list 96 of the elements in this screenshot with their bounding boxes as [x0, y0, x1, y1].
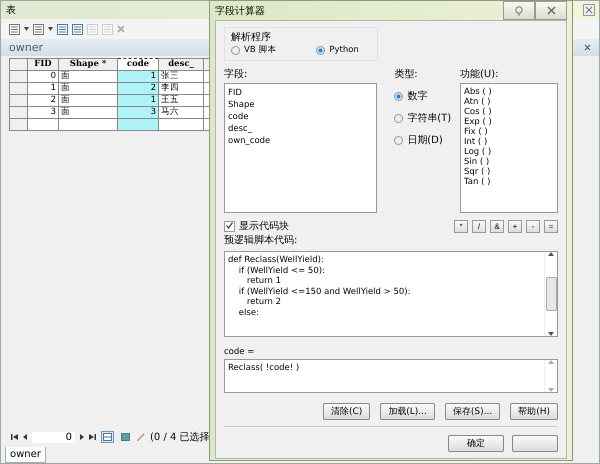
radio-label[interactable]: VB 脚本: [244, 44, 276, 56]
table-cell: 面: [58, 82, 118, 94]
dialog-button[interactable]: 加载(L)...: [380, 403, 435, 420]
operator-button[interactable]: &: [490, 220, 504, 232]
radio-label[interactable]: 日期(D): [407, 133, 443, 147]
function-item[interactable]: Exp ( ): [464, 117, 554, 127]
fields-label: 字段:: [224, 68, 248, 81]
caret-icon[interactable]: [48, 27, 53, 31]
column-header[interactable]: desc_: [158, 58, 204, 70]
table-cell: 面: [58, 70, 118, 82]
operator-button[interactable]: +: [508, 220, 522, 232]
operator-button[interactable]: =: [544, 220, 558, 232]
caret-icon[interactable]: [24, 27, 29, 31]
close-icon[interactable]: [583, 4, 595, 16]
code-line: else:: [238, 308, 260, 318]
table-cell: 面: [58, 106, 118, 118]
table-cell: 李四: [158, 82, 204, 94]
first-record-icon[interactable]: [11, 434, 18, 440]
group-title: 解析程序: [231, 30, 272, 44]
next-record-icon[interactable]: [80, 434, 84, 440]
radio-button[interactable]: [231, 46, 240, 54]
help-button[interactable]: [503, 1, 535, 20]
dialog-button[interactable]: 帮助(H): [510, 403, 558, 420]
radio-label[interactable]: Python: [329, 45, 359, 55]
last-record-icon[interactable]: [89, 434, 96, 440]
operator-button[interactable]: -: [526, 220, 540, 232]
function-item[interactable]: Atn ( ): [464, 97, 554, 107]
scroll-up-icon[interactable]: [548, 252, 554, 256]
code-line: def Reclass(WellYield):: [228, 255, 325, 266]
expression-label: code =: [224, 347, 256, 357]
checkbox[interactable]: [224, 220, 235, 232]
dialog-button[interactable]: 清除(C): [322, 403, 370, 420]
selection-status: (0 / 4 已选择: [150, 430, 210, 444]
code-line: return 2: [246, 297, 282, 308]
operator-button[interactable]: /: [472, 220, 486, 232]
expression-text: Reclass( !code! ): [228, 363, 300, 374]
function-item[interactable]: Sqr ( ): [464, 167, 554, 177]
table-cell: 2: [28, 94, 58, 106]
field-item[interactable]: desc_: [228, 123, 373, 135]
table-cell: 3: [28, 106, 58, 118]
radio-button[interactable]: [316, 46, 326, 54]
function-item[interactable]: Log ( ): [464, 147, 554, 157]
checkbox-label[interactable]: 显示代码块: [239, 219, 289, 233]
code-line: if (WellYield <= 50):: [238, 266, 326, 276]
codeblock-label: 预逻辑脚本代码:: [224, 234, 298, 247]
field-item[interactable]: code: [228, 111, 373, 123]
window-title: 表: [6, 4, 16, 17]
table-cell: 张三: [158, 70, 204, 82]
layer-tab[interactable]: owner: [5, 447, 46, 463]
codeblock-field[interactable]: def Reclass(WellYield): if (WellYield <= 50): return 1 if (WellYield <=150 and WellYield > 50): return 2 else:: [224, 251, 558, 337]
code-line: if (WellYield <=150 and WellYield > 50):: [238, 286, 412, 297]
radio-label[interactable]: 字符串(T): [407, 111, 452, 125]
scroll-down-icon[interactable]: [548, 332, 554, 336]
field-item[interactable]: own_code: [228, 135, 373, 147]
table-icon[interactable]: [72, 24, 83, 34]
close-button[interactable]: [535, 1, 567, 20]
table-icon[interactable]: [57, 24, 68, 34]
ok-button[interactable]: 确定: [448, 435, 504, 452]
radio-button[interactable]: [394, 136, 404, 144]
table-cell: 1: [28, 82, 58, 94]
column-header[interactable]: Shape *: [58, 58, 118, 70]
scrollbar-thumb[interactable]: [546, 277, 556, 311]
table-cell: 面: [58, 94, 118, 106]
record-number-field[interactable]: 0: [32, 432, 75, 442]
view-toggle-button[interactable]: [101, 431, 114, 443]
function-item[interactable]: Fix ( ): [464, 127, 554, 137]
function-item[interactable]: Int ( ): [464, 137, 554, 147]
type-label: 类型:: [394, 68, 419, 81]
table-cell: 0: [28, 70, 58, 82]
radio-button[interactable]: [394, 92, 404, 100]
help-icon: [515, 6, 523, 16]
table-cell: 王五: [158, 94, 204, 106]
radio-label[interactable]: 数字: [407, 89, 428, 103]
dialog-button[interactable]: 保存(S)...: [444, 403, 500, 420]
field-item[interactable]: FID: [228, 87, 373, 99]
cancel-button[interactable]: [512, 435, 558, 452]
radio-button[interactable]: [394, 114, 404, 122]
column-header[interactable]: FID: [28, 58, 58, 70]
operator-button[interactable]: *: [454, 220, 468, 232]
function-item[interactable]: Tan ( ): [464, 177, 554, 187]
function-item[interactable]: Sin ( ): [464, 157, 554, 167]
code-line: return 1: [246, 276, 282, 286]
table-options-icon[interactable]: [9, 24, 20, 34]
function-item[interactable]: Cos ( ): [464, 107, 554, 117]
functions-label: 功能(U):: [460, 68, 500, 81]
pencil-icon: [137, 433, 145, 441]
view-toggle-button[interactable]: [119, 431, 132, 443]
table-cell: 1: [118, 70, 158, 82]
dialog-title: 字段计算器: [215, 4, 265, 18]
previous-record-icon[interactable]: [23, 434, 27, 440]
function-item[interactable]: Abs ( ): [464, 87, 554, 97]
table-cell: 马六: [158, 106, 204, 118]
field-item[interactable]: Shape: [228, 99, 373, 111]
close-icon: [546, 6, 556, 15]
close-icon[interactable]: [584, 44, 591, 51]
layer-tab-title[interactable]: owner: [9, 41, 43, 54]
